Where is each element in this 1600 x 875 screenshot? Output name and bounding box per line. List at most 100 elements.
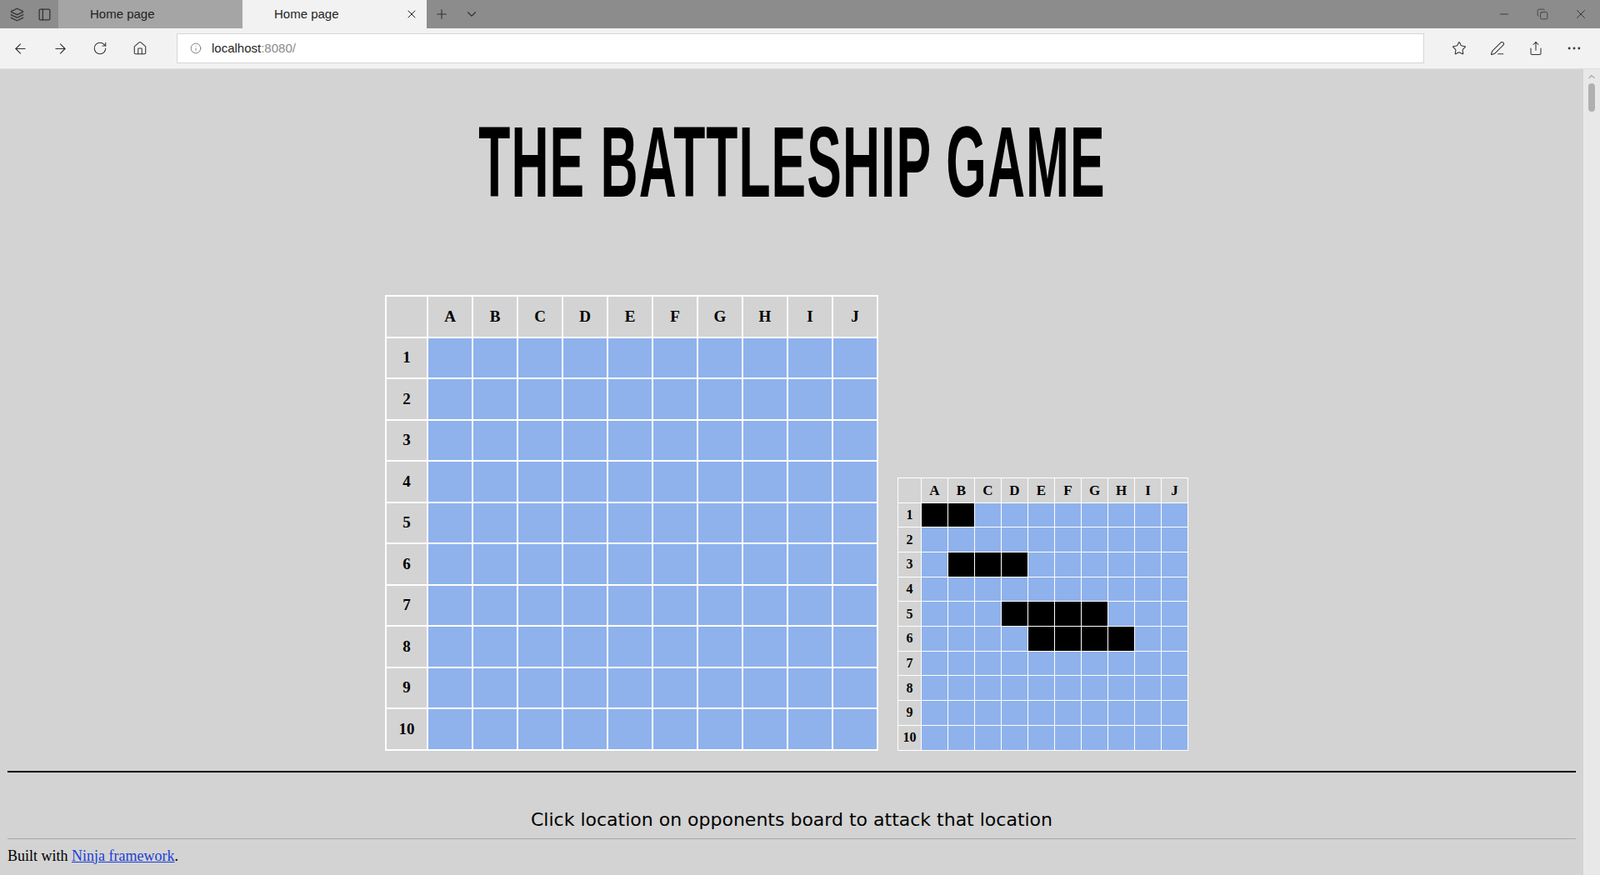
more-icon[interactable]: [1555, 40, 1594, 57]
attack-cell[interactable]: [833, 461, 877, 502]
attack-cell[interactable]: [788, 709, 832, 750]
notes-icon[interactable]: [1478, 40, 1517, 56]
attack-cell[interactable]: [833, 379, 877, 420]
attack-cell[interactable]: [833, 420, 877, 461]
favorites-icon[interactable]: [1440, 40, 1479, 56]
attack-cell[interactable]: [608, 503, 652, 544]
attack-cell[interactable]: [473, 585, 517, 626]
scrollbar[interactable]: [1583, 69, 1600, 875]
tab-list-icon[interactable]: [456, 0, 487, 29]
scroll-up-icon[interactable]: [1586, 71, 1597, 82]
attack-cell[interactable]: [743, 709, 787, 750]
attack-cell[interactable]: [833, 709, 877, 750]
attack-cell[interactable]: [743, 585, 787, 626]
attack-cell[interactable]: [743, 379, 787, 420]
attack-cell[interactable]: [563, 709, 607, 750]
attack-cell[interactable]: [563, 420, 607, 461]
attack-cell[interactable]: [518, 420, 562, 461]
attack-cell[interactable]: [473, 461, 517, 502]
attack-cell[interactable]: [473, 420, 517, 461]
attack-cell[interactable]: [653, 379, 697, 420]
attack-cell[interactable]: [428, 461, 472, 502]
attack-cell[interactable]: [653, 544, 697, 585]
attack-cell[interactable]: [428, 379, 472, 420]
browser-tab[interactable]: Home page: [58, 0, 243, 29]
attack-cell[interactable]: [473, 503, 517, 544]
attack-cell[interactable]: [833, 544, 877, 585]
attack-cell[interactable]: [698, 379, 742, 420]
attack-cell[interactable]: [743, 626, 787, 667]
attack-cell[interactable]: [788, 585, 832, 626]
attack-cell[interactable]: [698, 709, 742, 750]
attack-cell[interactable]: [563, 668, 607, 709]
back-icon[interactable]: [0, 40, 40, 57]
close-tab-icon[interactable]: [405, 7, 419, 21]
attack-cell[interactable]: [698, 420, 742, 461]
attack-cell[interactable]: [653, 503, 697, 544]
attack-cell[interactable]: [788, 379, 832, 420]
attack-cell[interactable]: [698, 668, 742, 709]
attack-cell[interactable]: [788, 503, 832, 544]
attack-cell[interactable]: [608, 420, 652, 461]
attack-cell[interactable]: [698, 585, 742, 626]
browser-tab[interactable]: Home page: [242, 0, 427, 29]
site-info-icon[interactable]: [190, 42, 202, 55]
attack-cell[interactable]: [473, 709, 517, 750]
attack-cell[interactable]: [428, 709, 472, 750]
restore-icon[interactable]: [1523, 0, 1562, 29]
attack-cell[interactable]: [428, 626, 472, 667]
attack-cell[interactable]: [518, 461, 562, 502]
attack-cell[interactable]: [653, 626, 697, 667]
attack-cell[interactable]: [743, 338, 787, 379]
attack-cell[interactable]: [653, 668, 697, 709]
scroll-thumb[interactable]: [1588, 83, 1595, 112]
attack-cell[interactable]: [653, 709, 697, 750]
attack-cell[interactable]: [833, 503, 877, 544]
attack-cell[interactable]: [833, 668, 877, 709]
attack-cell[interactable]: [518, 503, 562, 544]
attack-cell[interactable]: [473, 544, 517, 585]
attack-cell[interactable]: [563, 338, 607, 379]
attack-cell[interactable]: [698, 503, 742, 544]
tabs-preview-icon[interactable]: [37, 7, 52, 22]
attack-cell[interactable]: [788, 420, 832, 461]
attack-cell[interactable]: [608, 544, 652, 585]
new-tab-icon[interactable]: [426, 0, 457, 29]
attack-cell[interactable]: [698, 461, 742, 502]
attack-cell[interactable]: [833, 585, 877, 626]
tab-set-aside-icon[interactable]: [10, 7, 25, 22]
attack-cell[interactable]: [833, 338, 877, 379]
attack-cell[interactable]: [653, 420, 697, 461]
attack-cell[interactable]: [788, 461, 832, 502]
attack-cell[interactable]: [743, 544, 787, 585]
attack-cell[interactable]: [788, 544, 832, 585]
url-field[interactable]: localhost:8080/: [176, 33, 1425, 64]
attack-cell[interactable]: [428, 420, 472, 461]
attack-cell[interactable]: [473, 626, 517, 667]
attack-cell[interactable]: [473, 379, 517, 420]
attack-cell[interactable]: [518, 544, 562, 585]
close-window-icon[interactable]: [1561, 0, 1600, 29]
attack-cell[interactable]: [743, 420, 787, 461]
attack-cell[interactable]: [563, 544, 607, 585]
attack-cell[interactable]: [608, 626, 652, 667]
attack-cell[interactable]: [518, 709, 562, 750]
attack-cell[interactable]: [788, 626, 832, 667]
attack-cell[interactable]: [428, 668, 472, 709]
attack-cell[interactable]: [428, 338, 472, 379]
attack-cell[interactable]: [698, 544, 742, 585]
attack-cell[interactable]: [653, 461, 697, 502]
attack-cell[interactable]: [518, 668, 562, 709]
attack-cell[interactable]: [653, 338, 697, 379]
attack-cell[interactable]: [788, 668, 832, 709]
attack-cell[interactable]: [473, 338, 517, 379]
attack-cell[interactable]: [518, 379, 562, 420]
home-icon[interactable]: [120, 40, 160, 56]
attack-cell[interactable]: [563, 585, 607, 626]
attack-cell[interactable]: [428, 585, 472, 626]
attack-cell[interactable]: [563, 461, 607, 502]
refresh-icon[interactable]: [80, 40, 120, 56]
attack-cell[interactable]: [608, 461, 652, 502]
attack-cell[interactable]: [788, 338, 832, 379]
attack-cell[interactable]: [518, 585, 562, 626]
